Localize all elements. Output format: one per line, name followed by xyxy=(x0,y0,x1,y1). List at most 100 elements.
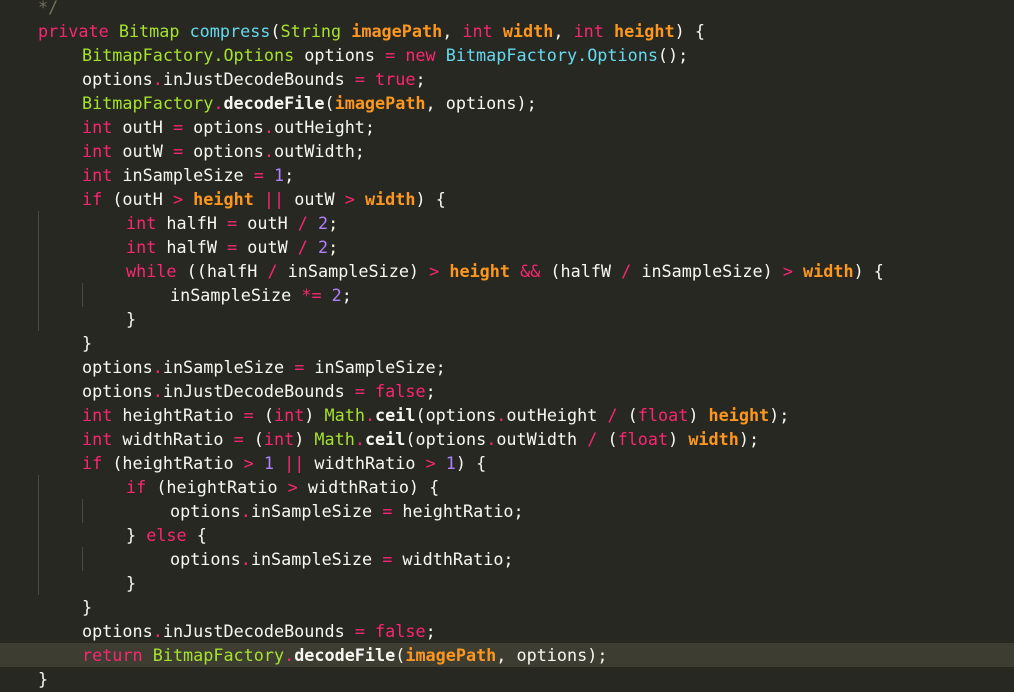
code-line[interactable]: int halfW = outW / 2; xyxy=(0,235,1014,259)
code-line[interactable]: } xyxy=(0,667,1014,691)
code-line[interactable]: int widthRatio = (int) Math.ceil(options… xyxy=(0,427,1014,451)
code-token: = xyxy=(354,621,365,641)
code-line[interactable]: int heightRatio = (int) Math.ceil(option… xyxy=(0,403,1014,427)
code-line[interactable]: while ((halfH / inSampleSize) > height &… xyxy=(0,259,1014,283)
code-line[interactable]: if (heightRatio > widthRatio) { xyxy=(0,475,1014,499)
code-line[interactable]: } xyxy=(0,571,1014,595)
code-text: int inSampleSize = 1; xyxy=(82,163,294,187)
code-token: int xyxy=(82,165,113,185)
code-token: = xyxy=(354,381,365,401)
code-token: = xyxy=(294,357,305,377)
code-token: > xyxy=(782,261,793,281)
indent-guide xyxy=(82,547,83,571)
code-token: . xyxy=(486,429,497,449)
code-token: inSampleSize xyxy=(112,165,254,185)
code-token: 2 xyxy=(318,213,329,233)
code-line[interactable]: options.inSampleSize = widthRatio; xyxy=(0,547,1014,571)
code-token: options xyxy=(82,69,153,89)
code-token: . xyxy=(263,141,274,161)
code-text: if (outH > height || outW > width) { xyxy=(82,187,446,211)
code-line[interactable]: options.inJustDecodeBounds = false; xyxy=(0,379,1014,403)
code-line[interactable]: if (heightRatio > 1 || widthRatio > 1) { xyxy=(0,451,1014,475)
code-token: ; xyxy=(328,213,339,233)
code-line[interactable]: return BitmapFactory.decodeFile(imagePat… xyxy=(0,643,1014,667)
code-line[interactable]: BitmapFactory.Options options = new Bitm… xyxy=(0,43,1014,67)
code-token: ( xyxy=(253,405,274,425)
code-token: int xyxy=(82,141,113,161)
code-line[interactable]: inSampleSize *= 2; xyxy=(0,283,1014,307)
code-token: width xyxy=(502,21,554,41)
code-token: = xyxy=(382,549,393,569)
code-token: if xyxy=(126,477,147,497)
code-token: = xyxy=(227,213,238,233)
code-token: Math xyxy=(314,429,355,449)
code-token: 1 xyxy=(263,453,274,473)
code-editor[interactable]: */private Bitmap compress(String imagePa… xyxy=(0,0,1014,692)
code-token: ); xyxy=(738,429,760,449)
code-token: . xyxy=(213,93,224,113)
code-token: . xyxy=(240,549,251,569)
code-line[interactable]: } xyxy=(0,331,1014,355)
code-text: int halfW = outW / 2; xyxy=(126,235,338,259)
code-text: } xyxy=(126,571,136,595)
code-token: BitmapFactory xyxy=(82,93,214,113)
indent-guide xyxy=(82,499,83,523)
code-token: outW xyxy=(112,141,173,161)
code-token: inSampleSize) xyxy=(631,261,783,281)
code-token: width xyxy=(364,189,416,209)
code-token: (heightRatio xyxy=(102,453,244,473)
code-line[interactable]: int inSampleSize = 1; xyxy=(0,163,1014,187)
code-token: outHeight; xyxy=(273,117,376,137)
code-line[interactable]: */ xyxy=(0,0,1014,19)
code-token: , options); xyxy=(425,93,537,113)
code-line[interactable]: options.inJustDecodeBounds = false; xyxy=(0,619,1014,643)
code-line[interactable]: options.inSampleSize = inSampleSize; xyxy=(0,355,1014,379)
code-line[interactable]: private Bitmap compress(String imagePath… xyxy=(0,19,1014,43)
code-line[interactable]: int outW = options.outWidth; xyxy=(0,139,1014,163)
code-text: private Bitmap compress(String imagePath… xyxy=(38,19,705,43)
code-token: } xyxy=(38,669,49,689)
code-token: height xyxy=(614,21,675,41)
code-token: ) { xyxy=(674,21,705,41)
code-token: decodeFile xyxy=(223,93,325,113)
code-token: = xyxy=(172,117,184,137)
code-line[interactable]: } else { xyxy=(0,523,1014,547)
code-token: imagePath xyxy=(351,21,443,41)
code-line[interactable]: int outH = options.outHeight; xyxy=(0,115,1014,139)
code-token: imagePath xyxy=(405,645,497,665)
code-token: > xyxy=(243,453,254,473)
code-token: inSampleSize xyxy=(170,285,302,305)
code-token: float xyxy=(637,405,689,425)
code-token: / xyxy=(297,237,308,257)
code-token: . xyxy=(284,645,295,665)
code-line[interactable]: options.inSampleSize = heightRatio; xyxy=(0,499,1014,523)
code-line[interactable]: } xyxy=(0,307,1014,331)
code-line[interactable]: if (outH > height || outW > width) { xyxy=(0,187,1014,211)
code-token: int xyxy=(82,405,113,425)
code-token: > xyxy=(287,477,298,497)
code-text: options.inSampleSize = widthRatio; xyxy=(170,547,514,571)
code-line[interactable]: options.inJustDecodeBounds = true; xyxy=(0,67,1014,91)
code-token: { xyxy=(186,525,207,545)
code-token: BitmapFactory xyxy=(152,645,285,665)
code-text: } xyxy=(82,595,92,619)
code-line[interactable]: int halfH = outH / 2; xyxy=(0,211,1014,235)
code-token: } xyxy=(126,573,137,593)
code-token: = xyxy=(382,501,393,521)
code-line[interactable]: BitmapFactory.decodeFile(imagePath, opti… xyxy=(0,91,1014,115)
code-line[interactable]: } xyxy=(0,595,1014,619)
code-token: widthRatio xyxy=(304,453,426,473)
code-text: } xyxy=(82,331,92,355)
